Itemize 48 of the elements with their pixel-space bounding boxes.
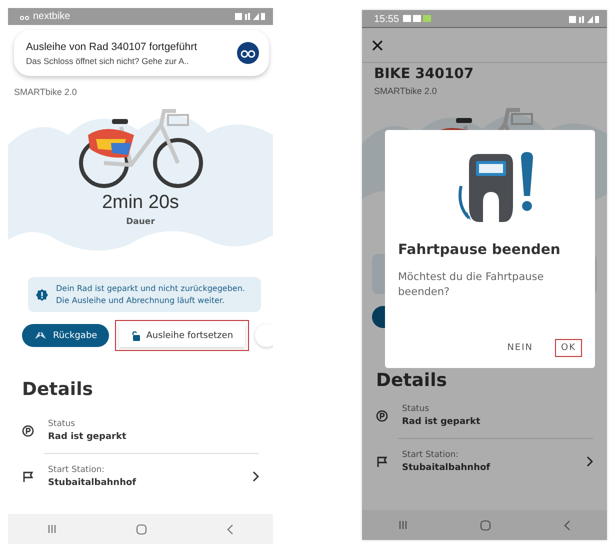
duration-value: 2min 20s [102,192,180,214]
chevron-icon[interactable] [586,456,593,467]
parking-icon [376,410,388,422]
app-logo-icon [237,42,259,64]
bike-icon [20,14,29,20]
detail-value: Stubaitalbahnhof [402,463,492,473]
duration-label: Dauer [126,217,155,227]
chevron-icon[interactable] [252,471,259,482]
status-icons [569,14,599,24]
dialog-button[interactable]: OK [556,340,581,356]
action-button[interactable]: Rückgabe [22,324,110,348]
notification-title: Ausleihe von Rad 340107 fortgeführt [26,40,198,52]
bike-model: SMARTbike 2.0 [13,87,78,97]
alert-icon [36,288,48,301]
page-title: BIKE 340107 [373,66,475,82]
dialog-title: Fahrtpause beenden [398,242,562,258]
info-text: Dein Rad ist geparkt und nicht zurückgegeben. Die Ausleihe und Abrechnung läuft weiter. [56,283,246,306]
flag-icon [376,456,388,468]
flags-icon [34,331,47,340]
bike-model: SMARTbike 2.0 [373,86,438,96]
close-icon[interactable] [372,40,383,50]
notification-card[interactable]: Ausleihe von Rad 340107 fortgeführt Das Schloss öffnet sich nicht? Gehe zur A.. [14,30,269,76]
detail-value: Stubaitalbahnhof [48,478,138,488]
back-icon[interactable] [563,520,571,530]
home-icon[interactable] [480,520,491,530]
section-heading: Details [22,379,93,400]
back-icon[interactable] [226,524,234,534]
detail-value: Rad ist geparkt [48,432,128,442]
detail-value: Rad ist geparkt [402,417,482,427]
detail-label: Start Station: [48,465,106,476]
status-icons [235,12,265,21]
parking-icon [22,424,34,437]
detail-label: Status [402,404,430,414]
dialog-message: Möchtest du die Fahrtpause beenden? [398,270,545,300]
detail-label: Status [48,419,76,430]
home-icon[interactable] [136,524,147,534]
notification-icons [403,15,434,23]
detail-label: Start Station: [402,450,460,460]
recent-apps-icon[interactable] [398,520,408,530]
status-time: 15:55 [374,14,400,24]
section-heading: Details [376,370,447,391]
notification-text: Das Schloss öffnet sich nicht? Gehe zur A.. [26,56,190,66]
flag-icon [22,470,34,483]
app-name: nextbike [33,11,70,22]
action-button[interactable]: Ausleihe fortsetzen [119,324,246,348]
dialog-button[interactable]: NEIN [502,340,538,356]
recent-apps-icon[interactable] [47,524,58,534]
unlock-icon [131,330,140,341]
